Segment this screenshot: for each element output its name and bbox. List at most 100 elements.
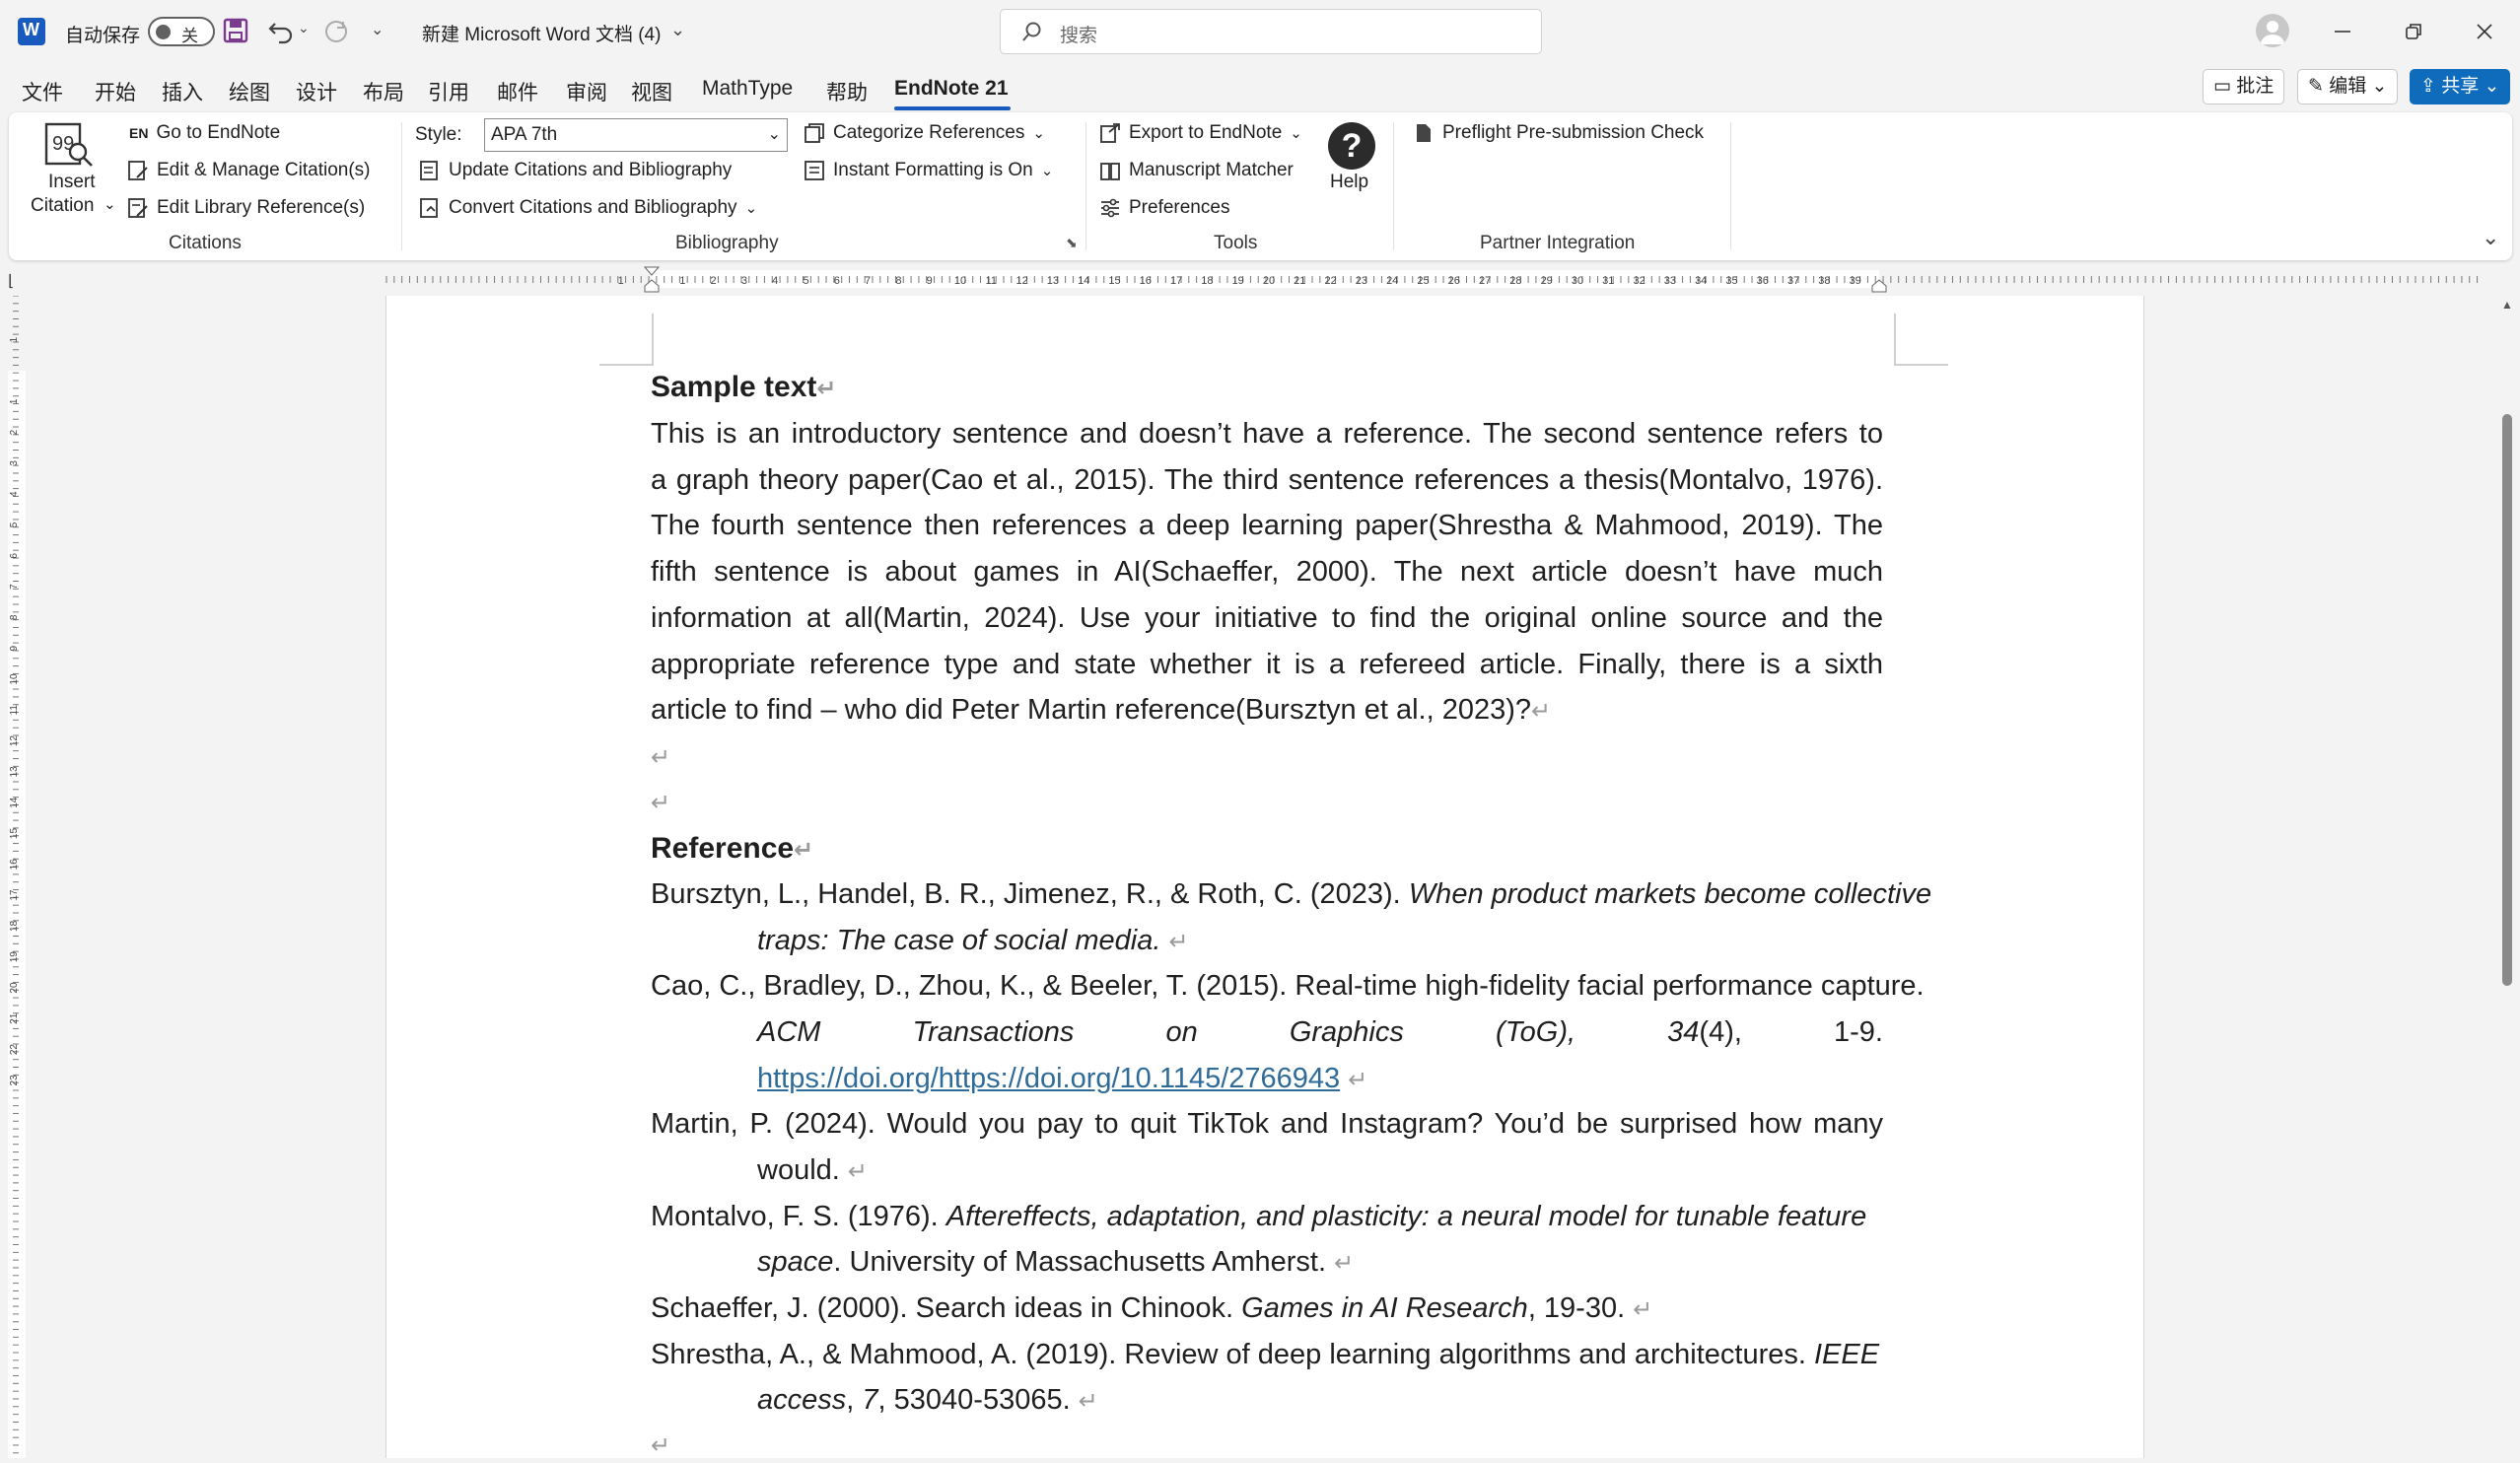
collapse-ribbon-icon[interactable]: ⌄: [2482, 225, 2499, 250]
ruler-ticks: 1 1 2 3 4 5 6 7 8 9 10 11 12 13 14 15 16 17 18 19 20 21 22 23 24…: [8, 266, 2479, 293]
tab-insert[interactable]: 插入: [162, 77, 203, 106]
tab-mathtype[interactable]: MathType: [702, 77, 793, 101]
document-icon: [1413, 122, 1435, 144]
search-box[interactable]: 搜索: [1000, 9, 1542, 54]
ruler-number: 7: [9, 584, 20, 590]
insert-citation-icon[interactable]: 99: [42, 120, 96, 170]
style-select[interactable]: APA 7th ⌄: [484, 118, 788, 152]
ruler-text-area: [8, 371, 26, 1458]
ruler-number: 27: [1479, 275, 1491, 287]
title-dropdown-icon[interactable]: ⌄: [670, 20, 685, 40]
reference-entry-continuation: access, 7, 53040-53065. ↵: [757, 1384, 1098, 1416]
reference-entry-cao: Cao, C., Bradley, D., Zhou, K., & Beeler…: [651, 970, 1925, 1002]
dialog-launcher-icon[interactable]: ⬊: [1066, 235, 1078, 251]
ruler-number: 17: [9, 889, 20, 901]
update-citations-label: Update Citations and Bibliography: [449, 160, 733, 180]
export-to-endnote-button[interactable]: Export to EndNote ⌄: [1099, 122, 1302, 144]
close-button[interactable]: [2455, 0, 2514, 63]
editing-mode-button[interactable]: ✎ 编辑 ⌄: [2297, 69, 2399, 104]
manuscript-matcher-button[interactable]: Manuscript Matcher: [1099, 160, 1294, 181]
paragraph-line: fifth sentence is about games in AI(Scha…: [651, 556, 1883, 588]
undo-icon[interactable]: [266, 16, 296, 45]
go-to-endnote-button[interactable]: EN Go to EndNote: [129, 122, 280, 144]
save-icon[interactable]: [223, 18, 248, 43]
minimize-button[interactable]: [2313, 0, 2372, 63]
doi-link[interactable]: https://doi.org/https://doi.org/10.1145/…: [757, 1063, 1340, 1094]
autosave-toggle[interactable]: 关: [148, 17, 215, 46]
edit-manage-citations-button[interactable]: Edit & Manage Citation(s): [127, 160, 371, 181]
reference-entry-continuation: https://doi.org/https://doi.org/10.1145/…: [757, 1063, 1368, 1094]
ruler-number: 18: [9, 920, 20, 932]
ruler-number: 33: [1664, 275, 1676, 287]
reference-entry-continuation: would. ↵: [757, 1154, 868, 1186]
preflight-check-button[interactable]: Preflight Pre-submission Check: [1413, 122, 1704, 144]
reference-entry-montalvo: Montalvo, F. S. (1976). Aftereffects, ad…: [651, 1201, 1867, 1232]
ruler-number: 20: [1263, 275, 1275, 287]
tab-mailings[interactable]: 邮件: [497, 77, 538, 106]
comments-button[interactable]: ▭ 批注: [2203, 69, 2285, 104]
ruler-number: 16: [1140, 275, 1152, 287]
instant-formatting-label: Instant Formatting is On: [833, 160, 1033, 180]
restore-button[interactable]: [2384, 0, 2443, 63]
ruler-number: 13: [9, 766, 20, 778]
redo-icon[interactable]: [321, 16, 351, 45]
en-icon: EN: [129, 125, 149, 141]
scroll-up-arrow-icon[interactable]: ▲: [2501, 298, 2513, 312]
ruler-number: 5: [803, 275, 808, 287]
ruler-number: 9: [9, 645, 20, 651]
update-citations-button[interactable]: Update Citations and Bibliography: [419, 160, 732, 181]
convert-citations-icon: [419, 197, 441, 219]
tab-draw[interactable]: 绘图: [229, 77, 270, 106]
share-button[interactable]: ⇪ 共享 ⌄: [2410, 69, 2511, 104]
autosave-state: 关: [181, 27, 198, 45]
tab-selector-icon[interactable]: ⌊: [8, 273, 14, 290]
paragraph-line: The fourth sentence then references a de…: [651, 510, 1883, 541]
reference-entry-martin: Martin, P. (2024). Would you pay to quit…: [651, 1108, 1883, 1140]
ruler-number: 1: [9, 398, 20, 404]
edit-library-references-button[interactable]: Edit Library Reference(s): [127, 197, 365, 219]
insert-citation-label-2[interactable]: Citation: [31, 195, 94, 217]
insert-citation-dropdown-icon[interactable]: ⌄: [104, 195, 116, 213]
tab-design[interactable]: 设计: [296, 77, 337, 106]
reference-entry-shrestha: Shrestha, A., & Mahmood, A. (2019). Revi…: [651, 1339, 1880, 1370]
customize-qat-icon[interactable]: ⌄: [371, 20, 384, 39]
chevron-down-icon: ⌄: [1290, 125, 1302, 142]
ruler-number: 2: [9, 429, 20, 435]
scrollbar-thumb[interactable]: [2502, 414, 2512, 986]
account-avatar-icon[interactable]: [2256, 14, 2289, 47]
tab-review[interactable]: 审阅: [566, 77, 607, 106]
preferences-icon: [1099, 197, 1121, 219]
ruler-number: 26: [1448, 275, 1460, 287]
convert-citations-button[interactable]: Convert Citations and Bibliography ⌄: [419, 197, 757, 219]
tab-home[interactable]: 开始: [95, 77, 136, 106]
insert-citation-label-1[interactable]: Insert: [48, 172, 96, 193]
editing-label: 编辑: [2329, 76, 2367, 97]
tab-endnote[interactable]: EndNote 21: [894, 77, 1009, 101]
instant-formatting-button[interactable]: Instant Formatting is On ⌄: [804, 160, 1053, 181]
preferences-label: Preferences: [1129, 197, 1230, 218]
paragraph-line-last: article to find – who did Peter Martin r…: [651, 694, 1552, 726]
undo-dropdown-icon[interactable]: ⌄: [298, 20, 310, 36]
tab-file[interactable]: 文件: [22, 77, 63, 106]
share-label: 共享: [2441, 76, 2480, 97]
convert-citations-label: Convert Citations and Bibliography: [449, 197, 737, 218]
horizontal-ruler[interactable]: 1 1 2 3 4 5 6 7 8 9 10 11 12 13 14 15 16 17 18 19 20 21 22 23 24…: [0, 264, 2520, 296]
document-title[interactable]: 新建 Microsoft Word 文档 (4): [422, 20, 661, 46]
tab-references[interactable]: 引用: [428, 77, 469, 106]
tab-layout[interactable]: 布局: [363, 77, 404, 106]
tab-help[interactable]: 帮助: [826, 77, 868, 106]
ruler-number: 7: [865, 275, 871, 287]
ruler-ticks: 11234567891011121314151617181920212223: [8, 295, 26, 1458]
ruler-number: 21: [9, 1012, 20, 1024]
categorize-references-button[interactable]: Categorize References ⌄: [804, 122, 1045, 144]
help-label[interactable]: Help: [1330, 172, 1368, 193]
autosave-label: 自动保存: [65, 26, 141, 46]
vertical-scrollbar[interactable]: ▲: [2496, 296, 2520, 1458]
preferences-button[interactable]: Preferences: [1099, 197, 1229, 219]
ruler-number: 3: [9, 460, 20, 466]
group-divider: [1085, 122, 1086, 250]
tab-view[interactable]: 视图: [631, 77, 672, 106]
vertical-ruler[interactable]: 1 1 2 3 4 5 6 7 8 9 10 11 12 13 14 15 16 17 18 19 20 21 22 23: [0, 295, 34, 1458]
ruler-number: 12: [1015, 275, 1027, 287]
help-icon[interactable]: ?: [1328, 122, 1375, 170]
